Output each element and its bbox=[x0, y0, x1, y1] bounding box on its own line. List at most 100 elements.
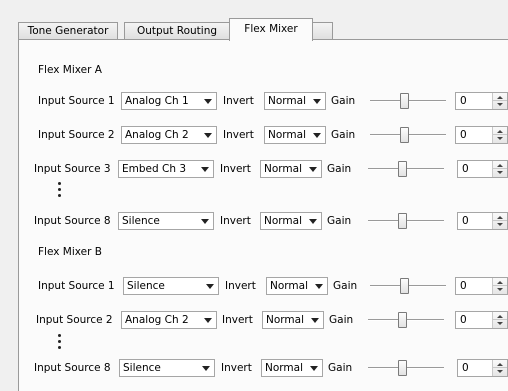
gain-spinbox[interactable]: 0 bbox=[455, 126, 508, 144]
gain-value: 0 bbox=[462, 362, 469, 374]
mixer-a-row-1: Input Source 1 Analog Ch 1 Invert Normal… bbox=[0, 92, 508, 114]
arrow-down-icon[interactable] bbox=[497, 137, 503, 140]
source-select[interactable]: Silence bbox=[119, 359, 215, 377]
chevron-down-icon bbox=[202, 366, 210, 371]
arrow-up-icon[interactable] bbox=[497, 130, 503, 133]
chevron-down-icon bbox=[311, 318, 319, 323]
gain-spinbox[interactable]: 0 bbox=[455, 92, 508, 110]
gain-slider[interactable] bbox=[368, 212, 444, 230]
arrow-down-icon[interactable] bbox=[497, 171, 503, 174]
gain-slider[interactable] bbox=[370, 92, 446, 110]
gain-slider[interactable] bbox=[368, 311, 444, 329]
arrow-down-icon[interactable] bbox=[497, 223, 503, 226]
arrow-down-icon[interactable] bbox=[497, 103, 503, 106]
slider-thumb[interactable] bbox=[398, 360, 407, 376]
source-select[interactable]: Silence bbox=[118, 212, 214, 230]
gain-slider[interactable] bbox=[370, 277, 446, 295]
spin-buttons[interactable] bbox=[492, 161, 507, 177]
gain-value: 0 bbox=[462, 215, 469, 227]
chevron-down-icon bbox=[310, 366, 318, 371]
chevron-down-icon bbox=[309, 167, 317, 172]
source-value: Silence bbox=[122, 215, 160, 227]
slider-thumb[interactable] bbox=[398, 312, 407, 328]
tab-tone-generator[interactable]: Tone Generator bbox=[18, 22, 118, 40]
arrow-up-icon[interactable] bbox=[497, 216, 503, 219]
source-value: Analog Ch 2 bbox=[125, 129, 189, 141]
arrow-down-icon[interactable] bbox=[497, 322, 503, 325]
invert-select[interactable]: Normal bbox=[262, 311, 324, 329]
gain-label: Gain bbox=[331, 95, 356, 107]
invert-value: Normal bbox=[268, 129, 306, 141]
chevron-down-icon bbox=[204, 318, 212, 323]
input-source-label: Input Source 3 bbox=[34, 163, 111, 175]
arrow-up-icon[interactable] bbox=[497, 363, 503, 366]
invert-value: Normal bbox=[266, 314, 304, 326]
spin-buttons[interactable] bbox=[492, 312, 507, 328]
tab-label: Output Routing bbox=[136, 25, 218, 37]
source-select[interactable]: Embed Ch 3 bbox=[118, 160, 214, 178]
source-select[interactable]: Analog Ch 2 bbox=[121, 126, 217, 144]
invert-select[interactable]: Normal bbox=[261, 359, 323, 377]
chevron-down-icon bbox=[204, 99, 212, 104]
source-value: Embed Ch 3 bbox=[122, 163, 186, 175]
gain-spinbox[interactable]: 0 bbox=[457, 212, 508, 230]
invert-label: Invert bbox=[223, 95, 254, 107]
source-value: Silence bbox=[127, 280, 165, 292]
input-source-label: Input Source 2 bbox=[36, 314, 113, 326]
ellipsis-dots bbox=[58, 182, 62, 200]
slider-thumb[interactable] bbox=[400, 127, 409, 143]
gain-slider[interactable] bbox=[370, 126, 446, 144]
invert-value: Normal bbox=[265, 362, 303, 374]
invert-label: Invert bbox=[221, 362, 252, 374]
tab-label: Flex Mixer bbox=[244, 23, 298, 35]
slider-thumb[interactable] bbox=[398, 213, 407, 229]
source-select[interactable]: Analog Ch 2 bbox=[121, 311, 217, 329]
gain-slider[interactable] bbox=[368, 359, 444, 377]
slider-thumb[interactable] bbox=[400, 278, 409, 294]
arrow-down-icon[interactable] bbox=[497, 288, 503, 291]
invert-value: Normal bbox=[268, 95, 306, 107]
invert-select[interactable]: Normal bbox=[266, 277, 328, 295]
spin-buttons[interactable] bbox=[492, 360, 507, 376]
tab-overflow bbox=[312, 22, 333, 40]
spin-buttons[interactable] bbox=[492, 93, 507, 109]
source-value: Silence bbox=[123, 362, 161, 374]
mixer-a-row-3: Input Source 3 Embed Ch 3 Invert Normal … bbox=[0, 160, 508, 182]
arrow-down-icon[interactable] bbox=[497, 370, 503, 373]
arrow-up-icon[interactable] bbox=[497, 281, 503, 284]
invert-select[interactable]: Normal bbox=[260, 160, 322, 178]
mixer-a-row-8: Input Source 8 Silence Invert Normal Gai… bbox=[0, 212, 508, 234]
arrow-up-icon[interactable] bbox=[497, 96, 503, 99]
gain-spinbox[interactable]: 0 bbox=[457, 359, 508, 377]
arrow-up-icon[interactable] bbox=[497, 315, 503, 318]
slider-thumb[interactable] bbox=[400, 93, 409, 109]
invert-select[interactable]: Normal bbox=[264, 126, 326, 144]
spin-buttons[interactable] bbox=[492, 127, 507, 143]
invert-label: Invert bbox=[222, 314, 253, 326]
chevron-down-icon bbox=[315, 284, 323, 289]
gain-value: 0 bbox=[462, 163, 469, 175]
source-select[interactable]: Analog Ch 1 bbox=[121, 92, 217, 110]
invert-select[interactable]: Normal bbox=[264, 92, 326, 110]
chevron-down-icon bbox=[206, 284, 214, 289]
gain-label: Gain bbox=[333, 280, 358, 292]
invert-value: Normal bbox=[264, 163, 302, 175]
chevron-down-icon bbox=[201, 167, 209, 172]
invert-select[interactable]: Normal bbox=[260, 212, 322, 230]
chevron-down-icon bbox=[313, 99, 321, 104]
input-source-label: Input Source 2 bbox=[38, 129, 115, 141]
gain-spinbox[interactable]: 0 bbox=[457, 160, 508, 178]
tab-output-routing[interactable]: Output Routing bbox=[124, 22, 230, 40]
mixer-b-row-8: Input Source 8 Silence Invert Normal Gai… bbox=[0, 359, 508, 381]
gain-spinbox[interactable]: 0 bbox=[455, 277, 508, 295]
arrow-up-icon[interactable] bbox=[497, 164, 503, 167]
gain-spinbox[interactable]: 0 bbox=[455, 311, 508, 329]
source-select[interactable]: Silence bbox=[123, 277, 219, 295]
tab-flex-mixer[interactable]: Flex Mixer bbox=[229, 18, 313, 41]
gain-value: 0 bbox=[460, 314, 467, 326]
slider-thumb[interactable] bbox=[398, 161, 407, 177]
chevron-down-icon bbox=[309, 219, 317, 224]
gain-slider[interactable] bbox=[368, 160, 444, 178]
spin-buttons[interactable] bbox=[492, 278, 507, 294]
spin-buttons[interactable] bbox=[492, 213, 507, 229]
